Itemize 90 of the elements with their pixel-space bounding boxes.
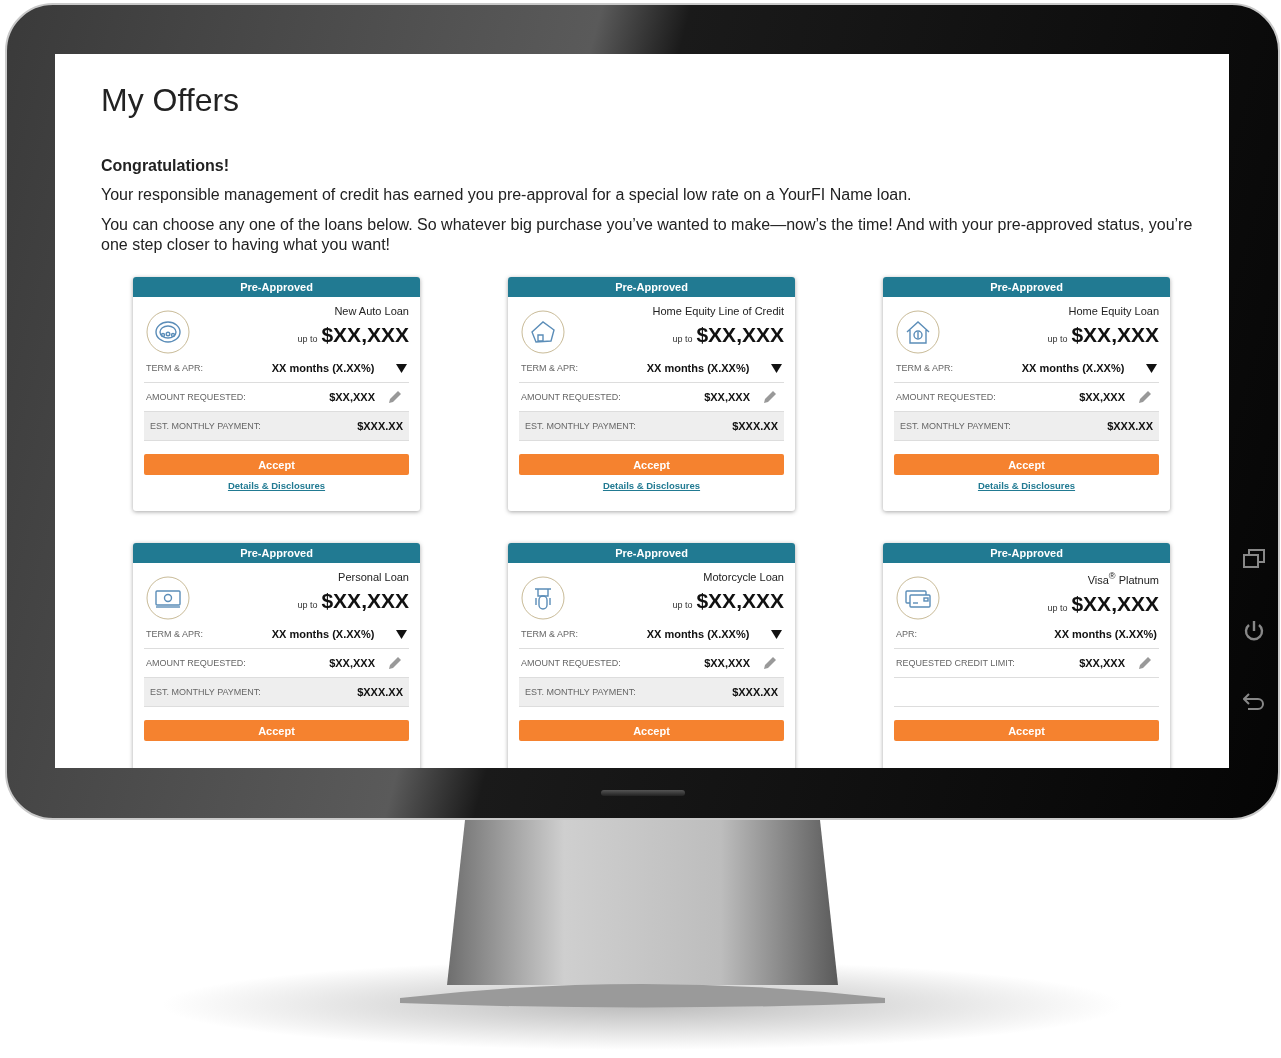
row-label: AMOUNT REQUESTED: bbox=[521, 658, 622, 668]
product-name: Personal Loan bbox=[338, 571, 409, 583]
row-label: AMOUNT REQUESTED: bbox=[896, 392, 997, 402]
offer-amount: $XX,XXX bbox=[1071, 591, 1159, 616]
row-label: APR: bbox=[896, 629, 918, 639]
row-label: TERM & APR: bbox=[521, 629, 579, 639]
intro-paragraph: You can choose any one of the loans below. So whatever big purchase you’ve wanted to make—now’s the time! And with your pre-approved status, you’re one step closer to having what you want! bbox=[101, 215, 1194, 255]
product-name: Home Equity Line of Credit bbox=[652, 305, 784, 317]
accept-button[interactable]: Accept bbox=[519, 720, 784, 741]
row-value: XX months (X.XX%) bbox=[270, 362, 376, 374]
details-link[interactable]: Details & Disclosures bbox=[227, 480, 326, 491]
amount-prefix: up to bbox=[672, 334, 693, 344]
row-value: $XX,XXX bbox=[1078, 657, 1125, 669]
row-label: TERM & APR: bbox=[146, 629, 204, 639]
product-icon bbox=[896, 576, 940, 620]
back-icon[interactable] bbox=[1242, 693, 1265, 711]
intro-paragraph: Your responsible management of credit has earned you pre-approval for a special low rate on a YourFI Name loan. bbox=[101, 185, 913, 205]
pencil-icon[interactable] bbox=[762, 389, 778, 405]
pencil-icon[interactable] bbox=[1137, 389, 1153, 405]
row-value: $XXX.XX bbox=[1106, 420, 1153, 432]
amount-prefix: up to bbox=[672, 600, 693, 610]
row-value: XX months (X.XX%) bbox=[1053, 628, 1157, 640]
details-link[interactable]: Details & Disclosures bbox=[977, 480, 1076, 491]
dropdown-caret-icon[interactable] bbox=[1146, 363, 1157, 373]
details-link[interactable]: Details & Disclosures bbox=[602, 480, 701, 491]
product-icon bbox=[521, 310, 565, 354]
pre-approved-banner: Pre-Approved bbox=[883, 277, 1170, 297]
row-value: $XXX.XX bbox=[731, 420, 778, 432]
accept-button[interactable]: Accept bbox=[894, 720, 1159, 741]
product-name: Visa$^{®}$ Platnum bbox=[1087, 571, 1159, 586]
dropdown-caret-icon[interactable] bbox=[396, 629, 407, 639]
row-label: REQUESTED CREDIT LIMIT: bbox=[896, 658, 1015, 668]
greeting-heading: Congratulations! bbox=[101, 157, 230, 175]
row-value: $XXX.XX bbox=[356, 420, 403, 432]
product-name: Home Equity Loan bbox=[1068, 305, 1159, 317]
product-icon bbox=[521, 576, 565, 620]
row-label: TERM & APR: bbox=[146, 363, 204, 373]
amount-prefix: up to bbox=[297, 600, 318, 610]
pre-approved-banner: Pre-Approved bbox=[133, 543, 420, 563]
product-name: Motorcycle Loan bbox=[703, 571, 784, 583]
offer-amount: $XX,XXX bbox=[696, 589, 784, 613]
row-label: AMOUNT REQUESTED: bbox=[521, 392, 622, 402]
pre-approved-banner: Pre-Approved bbox=[508, 543, 795, 563]
accept-button[interactable]: Accept bbox=[519, 454, 784, 475]
windows-icon[interactable] bbox=[1242, 549, 1265, 569]
row-label: AMOUNT REQUESTED: bbox=[146, 658, 247, 668]
offer-amount: $XX,XXX bbox=[1071, 323, 1159, 347]
row-label: TERM & APR: bbox=[896, 363, 954, 373]
accept-button[interactable]: Accept bbox=[144, 720, 409, 741]
row-label: EST. MONTHLY PAYMENT: bbox=[150, 687, 261, 697]
row-label: EST. MONTHLY PAYMENT: bbox=[900, 421, 1011, 431]
row-value: XX months (X.XX%) bbox=[645, 628, 751, 640]
pre-approved-banner: Pre-Approved bbox=[508, 277, 795, 297]
row-value: $XX,XXX bbox=[328, 657, 375, 669]
amount-prefix: up to bbox=[1047, 334, 1068, 344]
dropdown-caret-icon[interactable] bbox=[771, 363, 782, 373]
row-label: AMOUNT REQUESTED: bbox=[146, 392, 247, 402]
product-icon bbox=[146, 310, 190, 354]
row-value: $XXX.XX bbox=[356, 686, 403, 698]
offer-amount: $XX,XXX bbox=[321, 589, 409, 613]
row-label: EST. MONTHLY PAYMENT: bbox=[150, 421, 261, 431]
accept-button[interactable]: Accept bbox=[144, 454, 409, 475]
row-value: $XX,XXX bbox=[703, 391, 750, 403]
dropdown-caret-icon[interactable] bbox=[396, 363, 407, 373]
offer-amount: $XX,XXX bbox=[696, 323, 784, 347]
product-icon bbox=[896, 310, 940, 354]
row-value: XX months (X.XX%) bbox=[270, 628, 376, 640]
product-name: New Auto Loan bbox=[334, 305, 409, 317]
pencil-icon[interactable] bbox=[762, 655, 778, 671]
product-icon bbox=[146, 576, 190, 620]
amount-prefix: up to bbox=[297, 334, 318, 344]
pre-approved-banner: Pre-Approved bbox=[883, 543, 1170, 563]
row-value: XX months (X.XX%) bbox=[1020, 362, 1126, 374]
accept-button[interactable]: Accept bbox=[894, 454, 1159, 475]
row-value: $XX,XXX bbox=[1078, 391, 1125, 403]
pencil-icon[interactable] bbox=[1137, 655, 1153, 671]
row-value: $XXX.XX bbox=[731, 686, 778, 698]
offer-amount: $XX,XXX bbox=[321, 323, 409, 347]
row-label: TERM & APR: bbox=[521, 363, 579, 373]
row-value: $XX,XXX bbox=[328, 391, 375, 403]
pencil-icon[interactable] bbox=[387, 389, 403, 405]
row-value: XX months (X.XX%) bbox=[645, 362, 751, 374]
row-value: $XX,XXX bbox=[703, 657, 750, 669]
row-label: EST. MONTHLY PAYMENT: bbox=[525, 421, 636, 431]
page-title: My Offers bbox=[101, 82, 241, 119]
amount-prefix: up to bbox=[1047, 602, 1068, 613]
pre-approved-banner: Pre-Approved bbox=[133, 277, 420, 297]
dropdown-caret-icon[interactable] bbox=[771, 629, 782, 639]
row-label: EST. MONTHLY PAYMENT: bbox=[525, 687, 636, 697]
pencil-icon[interactable] bbox=[387, 655, 403, 671]
